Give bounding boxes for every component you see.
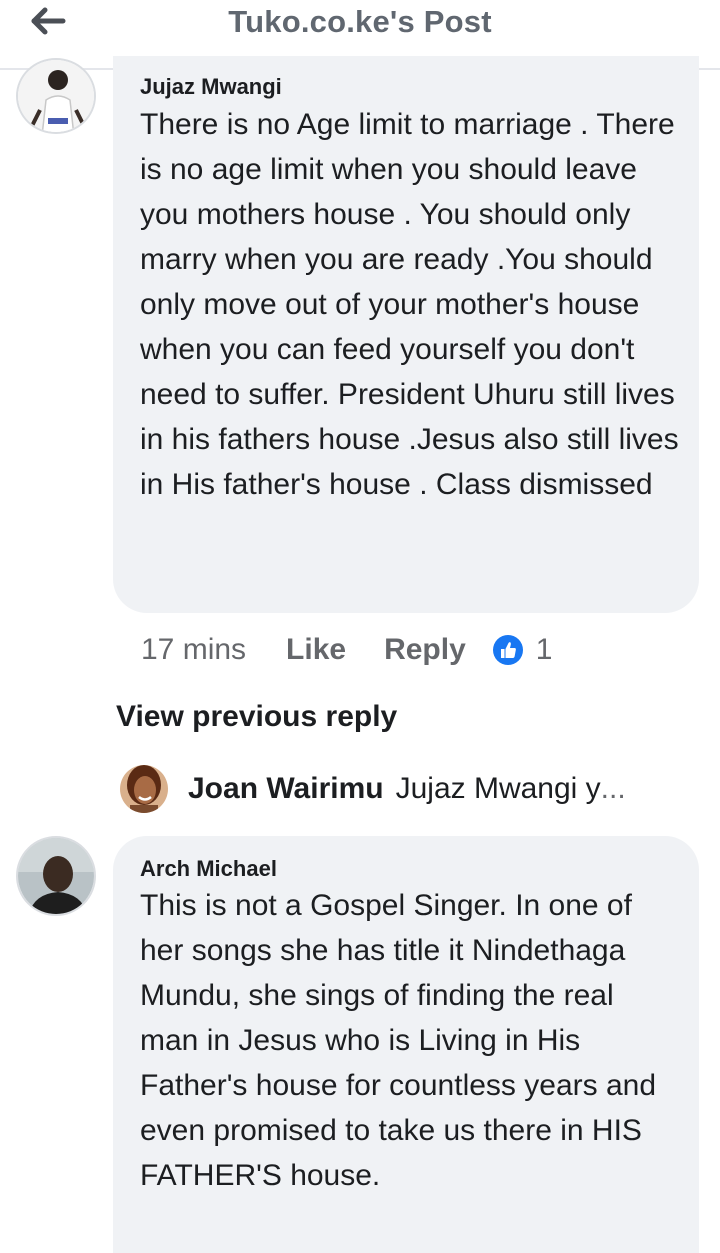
avatar-jujaz-mwangi[interactable]	[16, 58, 96, 134]
page-title: Tuko.co.ke's Post	[228, 4, 492, 39]
reply-text: Jujaz Mwangi y	[395, 772, 601, 805]
reply-button[interactable]: Reply	[384, 633, 466, 667]
reaction-count: 1	[535, 633, 553, 666]
reply-ellipsis: ...	[600, 772, 626, 805]
reaction-summary[interactable]: 1	[492, 633, 553, 667]
avatar-arch-michael[interactable]	[16, 836, 96, 916]
comment-actions: 17 mins Like Reply 1	[141, 630, 552, 670]
comment-text: This is not a Gospel Singer. In one of h…	[140, 889, 657, 1192]
comment-author[interactable]: Jujaz Mwangi	[140, 74, 679, 100]
comment-bubble-arch: Arch Michael This is not a Gospel Singer…	[113, 836, 699, 1253]
comment-timestamp[interactable]: 17 mins	[141, 633, 246, 667]
avatar-joan-wairimu[interactable]	[120, 765, 168, 813]
comment-bubble-jujaz: Jujaz Mwangi There is no Age limit to ma…	[113, 56, 699, 613]
view-previous-reply-link[interactable]: View previous reply	[116, 700, 397, 734]
like-button[interactable]: Like	[286, 633, 346, 667]
reply-author[interactable]: Joan Wairimu	[188, 772, 384, 806]
reply-preview[interactable]: Joan Wairimu Jujaz Mwangi y...	[120, 764, 626, 814]
comment-text: There is no Age limit to marriage . Ther…	[140, 108, 679, 501]
thumbs-up-icon	[492, 635, 523, 665]
comment-author[interactable]: Arch Michael	[140, 856, 679, 882]
